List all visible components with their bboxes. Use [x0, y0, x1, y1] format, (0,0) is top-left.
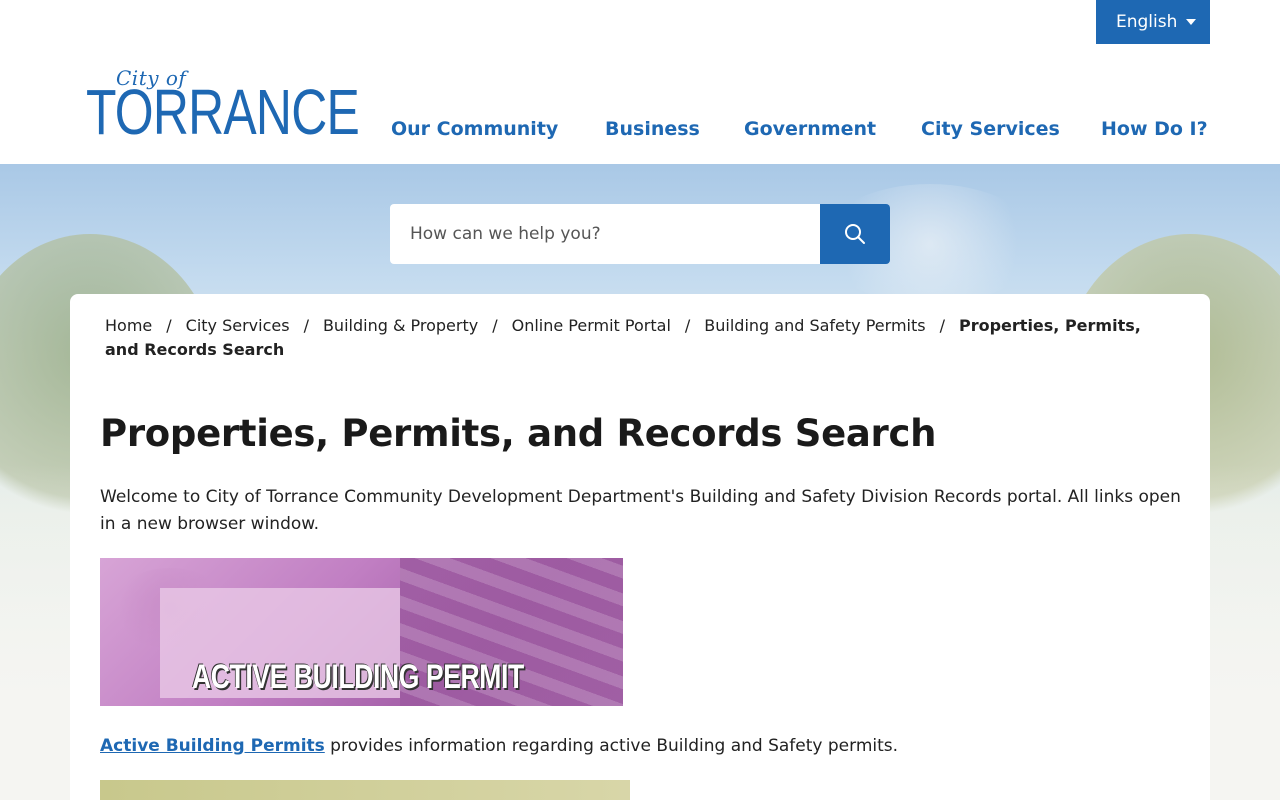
site-search: [390, 204, 890, 264]
nav-government[interactable]: Government: [744, 118, 921, 140]
search-button[interactable]: [820, 204, 890, 264]
content-card: Home / City Services / Building & Property / O…: [70, 294, 1210, 800]
nav-our-community[interactable]: Our Community: [391, 118, 605, 140]
active-building-permit-banner[interactable]: ACTIVE BUILDING PERMIT: [100, 558, 623, 706]
language-label: English: [1116, 12, 1178, 32]
logo-torrance: TORRANCE: [86, 76, 360, 148]
caret-down-icon: [1186, 19, 1196, 25]
permit-description-text: provides information regarding active Bu…: [324, 736, 899, 756]
breadcrumb-building-property[interactable]: Building & Property: [323, 316, 478, 335]
banner-text: ACTIVE BUILDING PERMIT: [192, 658, 524, 696]
city-logo[interactable]: City of TORRANCE: [86, 66, 360, 146]
search-input[interactable]: [390, 204, 820, 264]
permit-description: Active Building Permits provides informa…: [100, 734, 898, 758]
nav-city-services[interactable]: City Services: [921, 118, 1101, 140]
site-header: English City of TORRANCE Our Community B…: [0, 0, 1280, 164]
language-selector[interactable]: English: [1096, 0, 1210, 44]
search-icon: [845, 224, 865, 244]
breadcrumb-home[interactable]: Home: [105, 316, 152, 335]
intro-text: Welcome to City of Torrance Community De…: [100, 487, 1181, 534]
next-banner[interactable]: [100, 780, 630, 800]
breadcrumb-building-safety-permits[interactable]: Building and Safety Permits: [704, 316, 925, 335]
active-building-permits-link[interactable]: Active Building Permits: [100, 736, 325, 756]
breadcrumb-online-permit-portal[interactable]: Online Permit Portal: [512, 316, 671, 335]
main-nav: Our Community Business Government City S…: [391, 118, 1208, 140]
page-title: Properties, Permits, and Records Search: [100, 412, 937, 455]
breadcrumb-city-services[interactable]: City Services: [186, 316, 290, 335]
breadcrumb: Home / City Services / Building & Property / O…: [105, 316, 1141, 359]
nav-how-do-i[interactable]: How Do I?: [1101, 118, 1208, 140]
nav-business[interactable]: Business: [605, 118, 744, 140]
